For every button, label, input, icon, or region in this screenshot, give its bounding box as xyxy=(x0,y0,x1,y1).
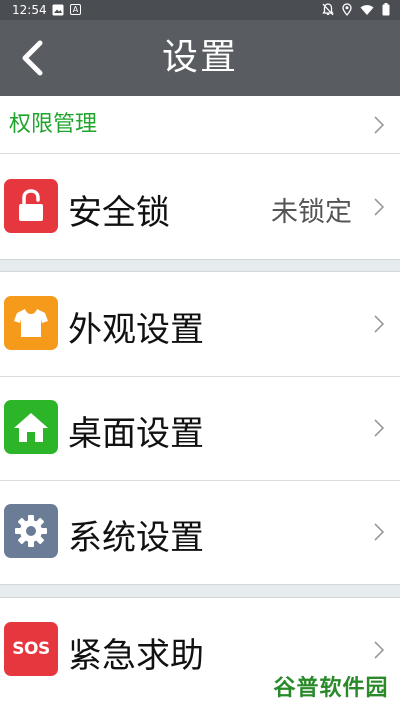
chevron-right-icon xyxy=(372,521,386,543)
gear-icon xyxy=(4,504,58,558)
page-title: 设置 xyxy=(161,37,238,78)
system-settings-label: 系统设置 xyxy=(68,518,204,558)
lock-icon xyxy=(4,179,58,233)
appearance-settings-row[interactable]: 外观设置 xyxy=(0,272,400,376)
section-gap xyxy=(0,584,400,598)
section-gap xyxy=(0,259,400,272)
status-bar: 12:54 A xyxy=(0,0,400,20)
wifi-icon xyxy=(360,4,374,15)
chevron-right-icon xyxy=(372,114,386,136)
image-icon xyxy=(52,4,64,16)
appearance-settings-label: 外观设置 xyxy=(68,310,204,350)
watermark: 谷普软件园 xyxy=(272,668,390,704)
security-lock-status: 未锁定 xyxy=(271,197,352,228)
chevron-right-icon xyxy=(372,196,386,218)
sos-icon: SOS xyxy=(4,622,58,676)
bell-off-icon xyxy=(322,3,334,16)
sos-icon-text: SOS xyxy=(12,639,50,659)
text-a-icon: A xyxy=(70,4,81,15)
home-icon xyxy=(4,400,58,454)
chevron-right-icon xyxy=(372,313,386,335)
title-bar: 设置 xyxy=(0,20,400,96)
chevron-right-icon xyxy=(372,417,386,439)
watermark-text: 谷普软件园 xyxy=(273,676,389,701)
status-right-icons xyxy=(322,3,390,16)
tshirt-icon xyxy=(4,296,58,350)
battery-icon xyxy=(382,3,390,16)
location-icon xyxy=(342,3,352,16)
status-time: 12:54 xyxy=(12,3,47,17)
desktop-settings-row[interactable]: 桌面设置 xyxy=(0,377,400,480)
permission-management-row[interactable]: 权限管理 xyxy=(0,96,400,154)
text-a-glyph: A xyxy=(72,4,79,14)
security-lock-label: 安全锁 xyxy=(68,193,170,233)
desktop-settings-label: 桌面设置 xyxy=(68,414,204,454)
chevron-left-icon[interactable] xyxy=(18,40,46,76)
permission-management-label: 权限管理 xyxy=(9,112,98,137)
chevron-right-icon xyxy=(372,639,386,661)
emergency-help-label: 紧急求助 xyxy=(68,636,204,676)
status-left-icons: A xyxy=(52,4,81,16)
system-settings-row[interactable]: 系统设置 xyxy=(0,481,400,584)
security-lock-row[interactable]: 安全锁 未锁定 xyxy=(0,155,400,259)
